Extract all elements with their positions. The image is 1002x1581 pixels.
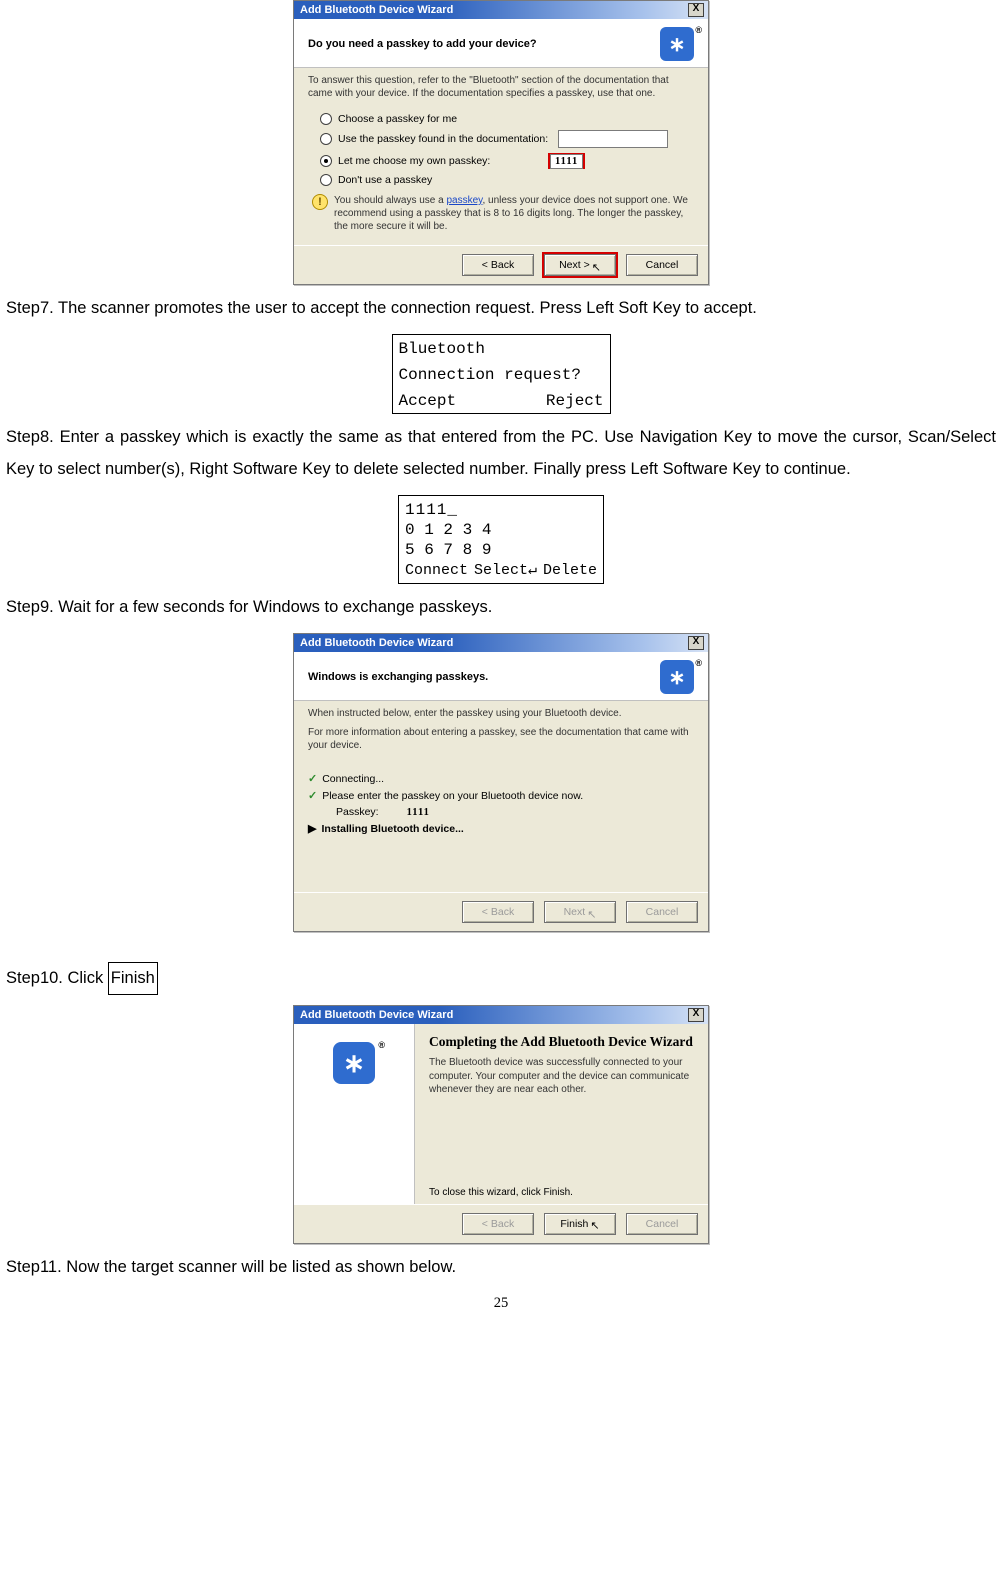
bluetooth-icon: ∗® (333, 1042, 375, 1084)
dialog-side-art: ∗® (294, 1024, 415, 1204)
scanner-screen-connection: Bluetooth Connection request? Accept Rej… (392, 334, 611, 414)
own-passkey-highlight: 1111 (548, 153, 585, 169)
wizard-exchange-dialog: Add Bluetooth Device Wizard X Windows is… (293, 633, 709, 932)
radio-icon[interactable] (320, 155, 332, 167)
info-icon: ! (312, 194, 328, 210)
check-icon: ✓ (308, 772, 317, 785)
softkey-connect[interactable]: Connect (405, 562, 468, 581)
hint-text: To answer this question, refer to the "B… (308, 74, 694, 100)
complete-body: The Bluetooth device was successfully co… (429, 1056, 694, 1097)
status-connecting: ✓Connecting... (308, 772, 694, 785)
close-icon[interactable]: X (688, 3, 704, 17)
wizard-complete-dialog: Add Bluetooth Device Wizard X ∗® Complet… (293, 1005, 709, 1244)
lcd-row[interactable]: 0 1 2 3 4 (405, 520, 597, 540)
softkey-accept[interactable]: Accept (399, 391, 457, 411)
bluetooth-icon: ∗ ® (660, 27, 694, 61)
back-button[interactable]: < Back (462, 254, 534, 276)
info-text: You should always use a passkey, unless … (334, 194, 694, 233)
complete-heading: Completing the Add Bluetooth Device Wiza… (429, 1034, 694, 1050)
radio-no-passkey[interactable]: Don't use a passkey (320, 174, 694, 186)
info-row: ! You should always use a passkey, unles… (312, 194, 694, 233)
title-text: Add Bluetooth Device Wizard (300, 4, 453, 16)
close-icon[interactable]: X (688, 636, 704, 650)
back-button: < Back (462, 1213, 534, 1235)
step10-text: Step10. Click Finish (6, 962, 996, 995)
cancel-button: Cancel (626, 901, 698, 923)
arrow-icon: ▶ (308, 822, 316, 835)
close-instruction: To close this wizard, click Finish. (429, 1187, 694, 1198)
titlebar[interactable]: Add Bluetooth Device Wizard X (294, 1006, 708, 1024)
step7-text: Step7. The scanner promotes the user to … (6, 293, 996, 324)
cursor-icon: ↖ (592, 261, 601, 274)
cursor-icon: ↖ (587, 908, 596, 921)
softkey-reject[interactable]: Reject (546, 391, 604, 411)
dialog-header: Do you need a passkey to add your device… (294, 19, 708, 68)
softkey-select[interactable]: Select↵ (474, 562, 537, 581)
cursor-icon: ↖ (590, 1219, 599, 1232)
finish-box: Finish (108, 962, 158, 995)
page-number: 25 (6, 1295, 996, 1312)
radio-icon[interactable] (320, 113, 332, 125)
step11-text: Step11. Now the target scanner will be l… (6, 1252, 996, 1283)
radio-icon[interactable] (320, 174, 332, 186)
step8-text: Step8. Enter a passkey which is exactly … (6, 422, 996, 485)
bluetooth-icon: ∗® (660, 660, 694, 694)
doc-passkey-input[interactable] (558, 130, 668, 148)
back-button: < Back (462, 901, 534, 923)
title-text: Add Bluetooth Device Wizard (300, 1009, 453, 1021)
instr-text: When instructed below, enter the passkey… (308, 707, 694, 720)
close-icon[interactable]: X (688, 1008, 704, 1022)
status-installing: ▶Installing Bluetooth device... (308, 822, 694, 835)
titlebar[interactable]: Add Bluetooth Device Wizard X (294, 1, 708, 19)
next-button[interactable]: Next > ↖ (544, 254, 616, 276)
radio-icon[interactable] (320, 133, 332, 145)
lcd-line: Bluetooth (399, 339, 604, 359)
title-text: Add Bluetooth Device Wizard (300, 637, 453, 649)
radio-choose-for-me[interactable]: Choose a passkey for me (320, 113, 694, 125)
scanner-screen-passkey: 1111_ 0 1 2 3 4 5 6 7 8 9 Connect Select… (398, 495, 604, 584)
passkey-row: Passkey: 1111 (336, 806, 694, 818)
passkey-value: 1111 (407, 807, 430, 818)
status-enter-passkey: ✓Please enter the passkey on your Blueto… (308, 789, 694, 802)
lcd-row[interactable]: 5 6 7 8 9 (405, 540, 597, 560)
step9-text: Step9. Wait for a few seconds for Window… (6, 592, 996, 623)
cancel-button[interactable]: Cancel (626, 254, 698, 276)
next-button: Next ↖ (544, 901, 616, 923)
dialog-header: Windows is exchanging passkeys. ∗® (294, 652, 708, 701)
dialog-heading: Windows is exchanging passkeys. (308, 671, 488, 683)
lcd-line: Connection request? (399, 365, 604, 385)
radio-own-passkey[interactable]: Let me choose my own passkey: 1111 (320, 153, 694, 169)
own-passkey-input[interactable]: 1111 (550, 154, 583, 169)
radio-doc-passkey[interactable]: Use the passkey found in the documentati… (320, 130, 694, 148)
finish-button[interactable]: Finish ↖ (544, 1213, 616, 1235)
passkey-link[interactable]: passkey (447, 195, 483, 206)
titlebar[interactable]: Add Bluetooth Device Wizard X (294, 634, 708, 652)
moreinfo-text: For more information about entering a pa… (308, 726, 694, 752)
wizard-passkey-dialog: Add Bluetooth Device Wizard X Do you nee… (293, 0, 709, 285)
dialog-heading: Do you need a passkey to add your device… (308, 38, 537, 50)
cancel-button: Cancel (626, 1213, 698, 1235)
check-icon: ✓ (308, 789, 317, 802)
softkey-delete[interactable]: Delete (543, 562, 597, 581)
lcd-entry[interactable]: 1111_ (405, 500, 597, 520)
